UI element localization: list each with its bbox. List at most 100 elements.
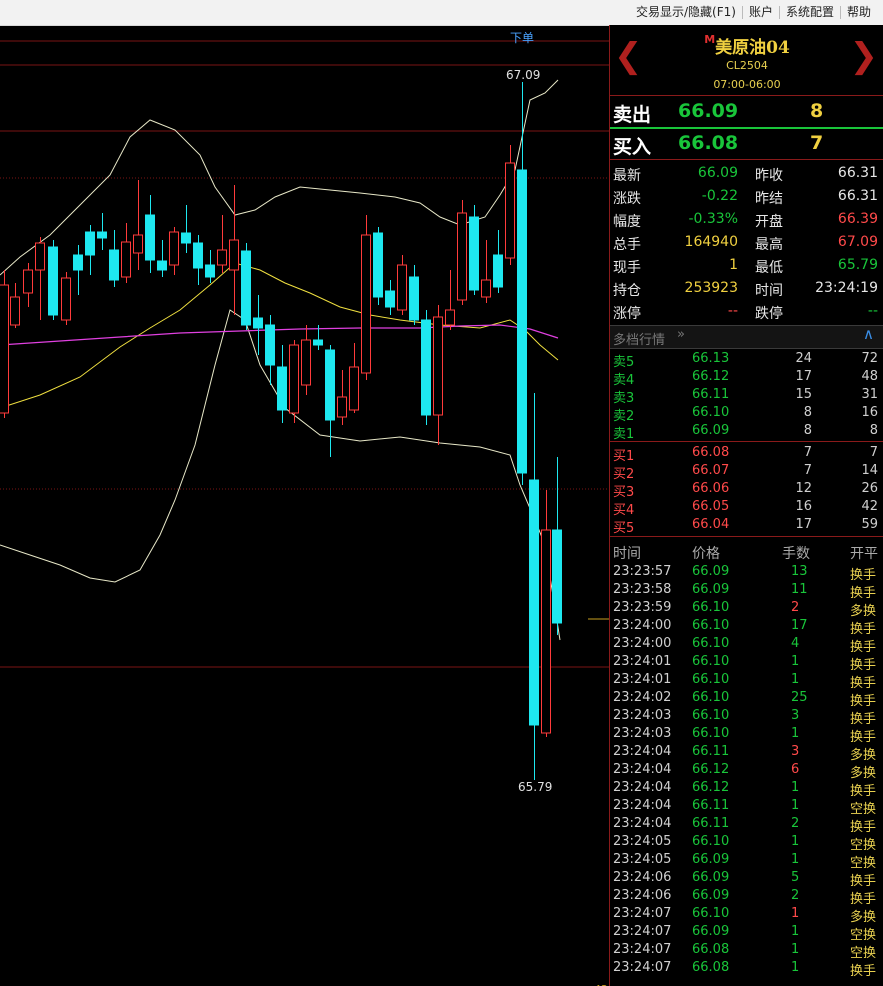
depth-cumulative: 14 — [861, 463, 878, 478]
tick-volume: 17 — [791, 618, 808, 633]
stat-label: 涨停 — [613, 306, 641, 322]
candlestick — [505, 162, 515, 259]
candlestick — [313, 339, 323, 346]
tick-price: 66.10 — [692, 708, 730, 723]
candlestick — [229, 239, 239, 271]
depth-ask-row[interactable]: 卖4 66.12 17 48 — [610, 368, 883, 388]
tick-row: 23:24:04 66.11 1 空换 — [610, 797, 883, 817]
tick-row: 23:24:07 66.08 1 空换 — [610, 941, 883, 961]
candlestick — [421, 319, 431, 416]
candlestick — [241, 250, 251, 326]
low-price-label: 65.79 — [518, 780, 552, 794]
bid-row[interactable]: 买入 66.08 7 — [610, 129, 883, 159]
depth-bid-row[interactable]: 买5 66.04 17 59 — [610, 516, 883, 536]
candlestick — [145, 214, 155, 261]
tick-price: 66.11 — [692, 744, 730, 759]
ask-row[interactable]: 卖出 66.09 8 — [610, 97, 883, 127]
candlestick — [61, 277, 71, 321]
ticks-header-volume: 手数 — [782, 546, 810, 562]
tick-volume: 25 — [791, 690, 808, 705]
depth-ask-row[interactable]: 卖2 66.10 8 16 — [610, 404, 883, 424]
order-link[interactable]: 下单 — [510, 29, 534, 46]
depth-price: 66.05 — [692, 499, 730, 514]
tick-time: 23:23:58 — [613, 582, 672, 597]
tick-volume: 3 — [791, 708, 800, 723]
tick-row: 23:24:07 66.08 1 换手 — [610, 959, 883, 979]
depth-volume: 17 — [795, 369, 812, 384]
tick-price: 66.08 — [692, 942, 730, 957]
symbol-title: M美原油04 — [610, 33, 883, 58]
double-chevron-down-icon[interactable]: » — [677, 327, 685, 342]
tick-row: 23:24:05 66.10 1 空换 — [610, 833, 883, 853]
candlestick — [552, 529, 562, 624]
tick-time: 23:24:04 — [613, 780, 672, 795]
stat-label: 最新 — [613, 168, 641, 184]
depth-bid-row[interactable]: 买4 66.05 16 42 — [610, 498, 883, 518]
tick-row: 23:24:01 66.10 1 换手 — [610, 653, 883, 673]
depth-cumulative: 72 — [861, 351, 878, 366]
candlestick — [265, 324, 275, 366]
tick-price: 66.12 — [692, 780, 730, 795]
tick-price: 66.09 — [692, 564, 730, 579]
tick-volume: 13 — [791, 564, 808, 579]
divider — [610, 536, 883, 537]
stat-label: 昨结 — [755, 191, 783, 207]
depth-cumulative: 59 — [861, 517, 878, 532]
candlestick — [0, 284, 9, 414]
depth-cumulative: 42 — [861, 499, 878, 514]
menu-trade-toggle[interactable]: 交易显示/隐藏(F1) — [630, 0, 742, 25]
depth-bid-row[interactable]: 买3 66.06 12 26 — [610, 480, 883, 500]
stat-label: 昨收 — [755, 168, 783, 184]
quote-stat-row: 涨跌 -0.22 昨结 66.31 — [610, 185, 883, 208]
stat-value: 1 — [729, 257, 738, 273]
tick-row: 23:24:02 66.10 25 换手 — [610, 689, 883, 709]
candlestick — [541, 529, 551, 734]
depth-bid-row[interactable]: 买2 66.07 7 14 — [610, 462, 883, 482]
stat-value: -- — [867, 303, 878, 319]
stat-value: -- — [727, 303, 738, 319]
candlestick — [481, 279, 491, 298]
tick-price: 66.10 — [692, 600, 730, 615]
quote-stat-row: 总手 164940 最高 67.09 — [610, 231, 883, 254]
tick-volume: 3 — [791, 744, 800, 759]
candlestick — [361, 234, 371, 374]
depth-divider — [610, 441, 883, 442]
menu-help[interactable]: 帮助 — [841, 0, 877, 25]
tick-price: 66.10 — [692, 672, 730, 687]
candlestick — [445, 309, 455, 326]
stat-label: 幅度 — [613, 214, 641, 230]
depth-ask-row[interactable]: 卖3 66.11 15 31 — [610, 386, 883, 406]
depth-volume: 16 — [795, 499, 812, 514]
tick-price: 66.09 — [692, 924, 730, 939]
candlestick — [385, 290, 395, 308]
bid-label: 买入 — [613, 136, 652, 158]
quote-panel: ❮ ❯ M美原油04 CL2504 07:00-06:00 卖出 66.09 8… — [609, 25, 883, 986]
tick-volume: 4 — [791, 636, 800, 651]
depth-cumulative: 48 — [861, 369, 878, 384]
stat-value: 253923 — [684, 280, 738, 296]
tick-price: 66.09 — [692, 870, 730, 885]
depth-volume: 15 — [795, 387, 812, 402]
menu-account[interactable]: 账户 — [743, 0, 779, 25]
collapse-chevron-up-icon[interactable]: ∧ — [863, 325, 874, 343]
tick-volume: 5 — [791, 870, 800, 885]
stat-label: 现手 — [613, 260, 641, 276]
candlestick — [181, 232, 191, 244]
depth-header[interactable]: 多档行情 » ∧ — [610, 325, 883, 349]
menu-system-config[interactable]: 系统配置 — [780, 0, 840, 25]
depth-price: 66.08 — [692, 445, 730, 460]
depth-ask-row[interactable]: 卖1 66.09 8 8 — [610, 422, 883, 442]
stat-label: 涨跌 — [613, 191, 641, 207]
tick-price: 66.11 — [692, 798, 730, 813]
chart-canvas[interactable]: 67.0965.7942 — [0, 25, 609, 986]
depth-bid-row[interactable]: 买1 66.08 7 7 — [610, 444, 883, 464]
tick-price: 66.09 — [692, 888, 730, 903]
depth-ask-row[interactable]: 卖5 66.13 24 72 — [610, 350, 883, 370]
tick-row: 23:24:07 66.09 1 空换 — [610, 923, 883, 943]
depth-volume: 8 — [803, 423, 812, 438]
tick-row: 23:24:04 66.11 2 换手 — [610, 815, 883, 835]
candlestick-chart[interactable]: 67.0965.7942 下单 — [0, 25, 609, 986]
tick-volume: 2 — [791, 888, 800, 903]
tick-row: 23:24:00 66.10 17 换手 — [610, 617, 883, 637]
tick-time: 23:23:57 — [613, 564, 672, 579]
